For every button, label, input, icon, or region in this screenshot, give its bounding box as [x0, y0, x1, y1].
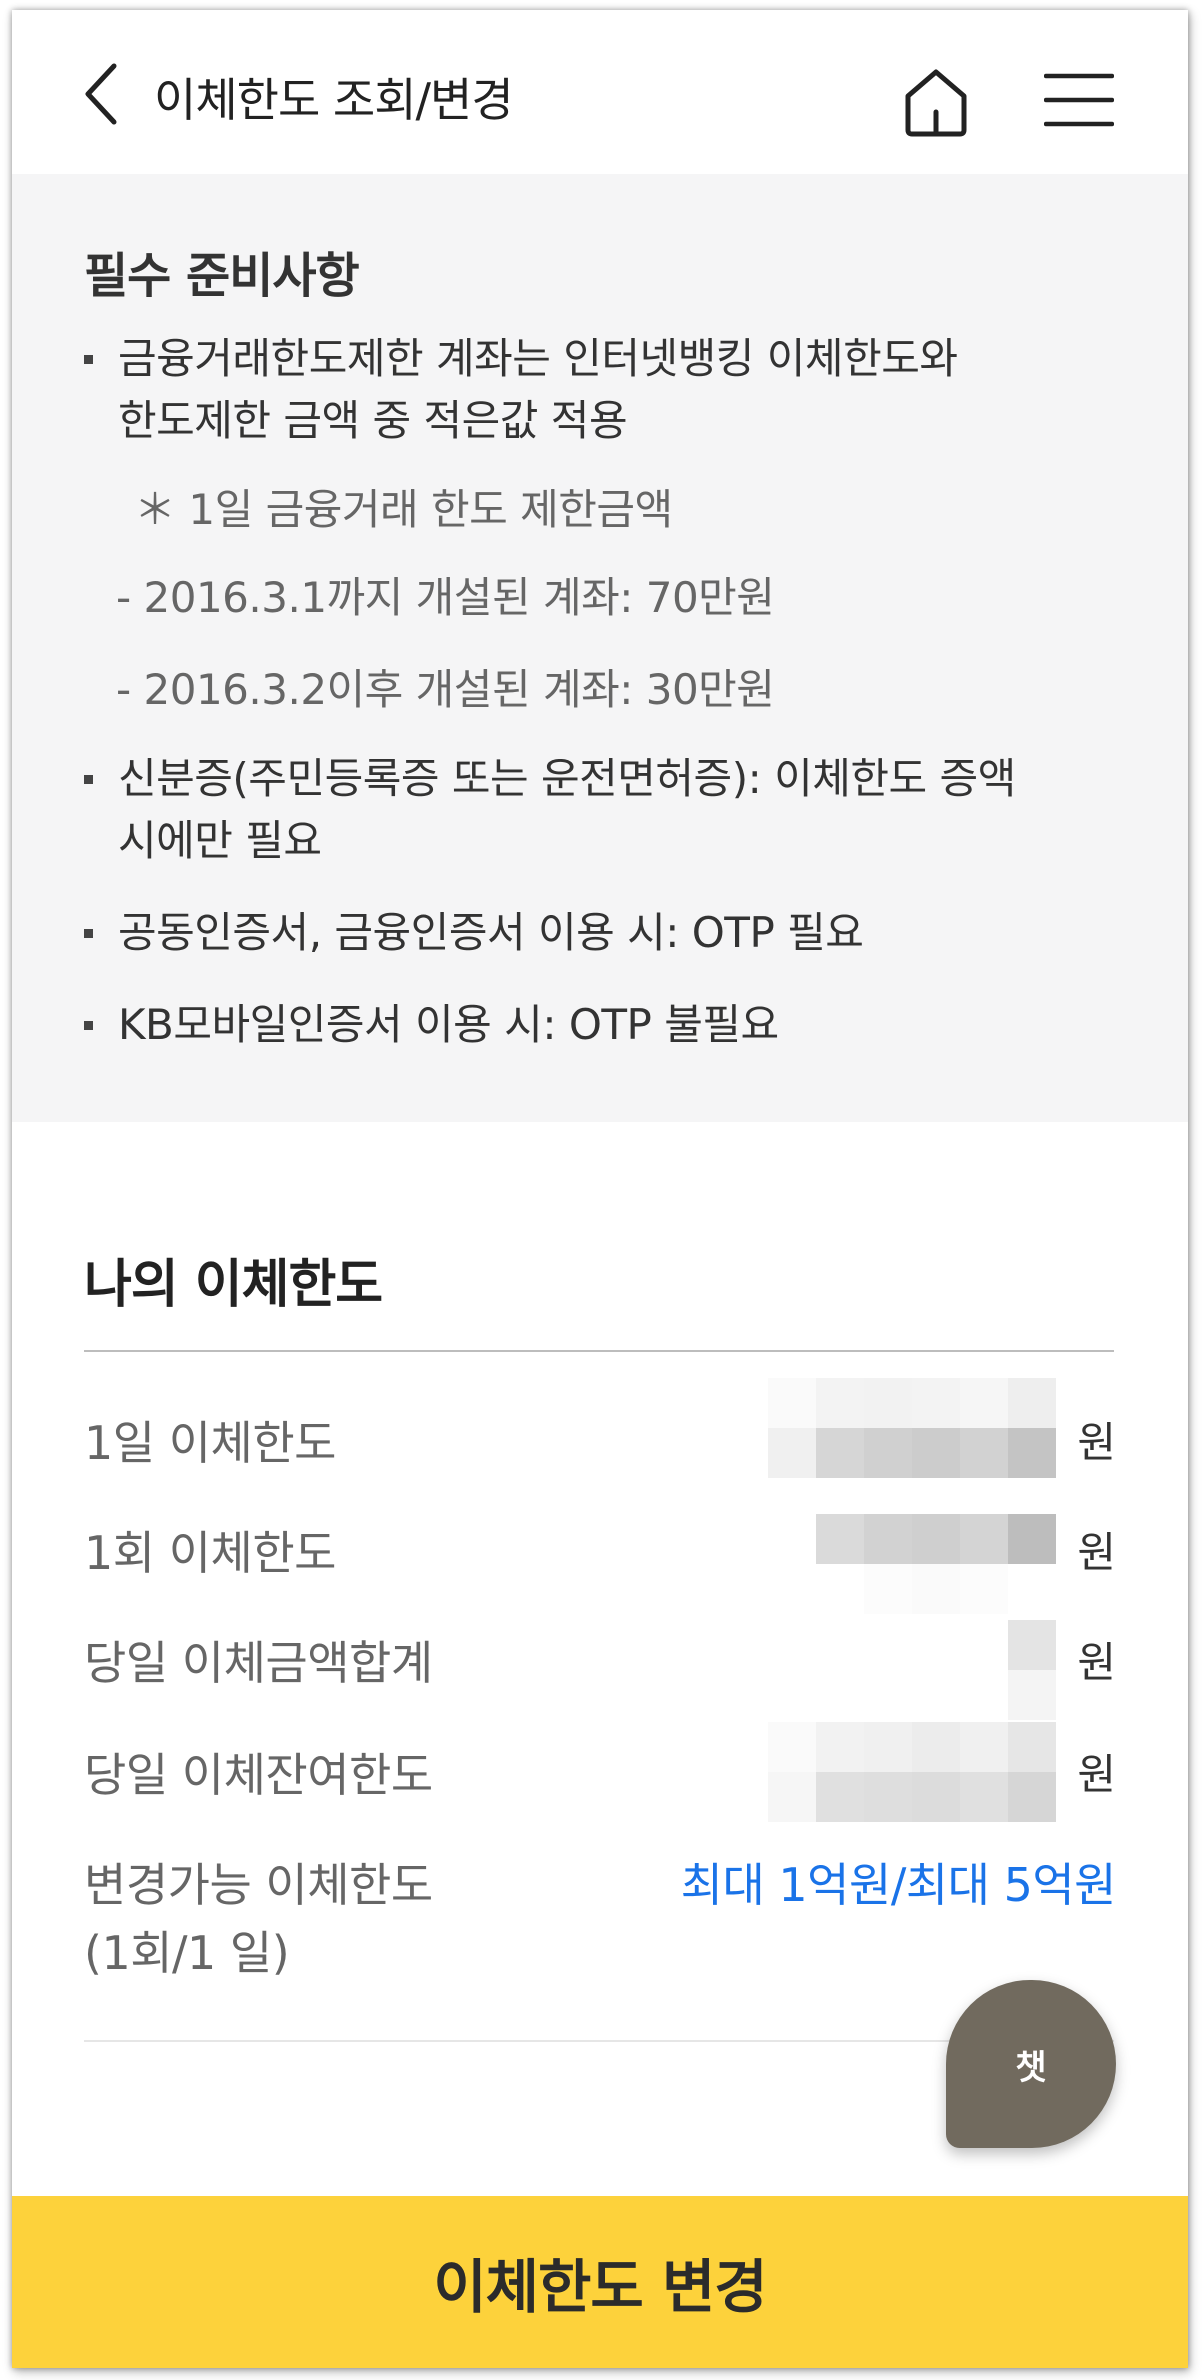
daily-limit-label: 1일 이체한도 — [84, 1416, 337, 1470]
page-title: 이체한도 조회/변경 — [154, 73, 514, 127]
amount-unit: 원 — [1077, 1750, 1116, 1799]
bullet-icon — [84, 1021, 93, 1030]
today-remaining-label: 당일 이체잔여한도 — [84, 1748, 433, 1802]
changeable-limit-label: 변경가능 이체한도 — [84, 1858, 433, 1912]
bullet-icon — [84, 929, 93, 938]
amount-unit: 원 — [1077, 1528, 1116, 1577]
app-screen: 이체한도 조회/변경 필수 준비사항 금융거래한도제한 계좌는 인터넷뱅킹 이체… — [12, 10, 1188, 2368]
bullet-icon — [84, 775, 93, 784]
hamburger-menu-icon[interactable] — [1044, 70, 1114, 130]
notice-sub-item: - 2016.3.1까지 개설된 계좌: 70만원 — [116, 573, 775, 622]
home-icon[interactable] — [902, 66, 970, 138]
section-title: 나의 이체한도 — [84, 1255, 383, 1315]
notice-title: 필수 준비사항 — [84, 248, 360, 304]
requirements-notice: 필수 준비사항 금융거래한도제한 계좌는 인터넷뱅킹 이체한도와 한도제한 금액… — [12, 174, 1188, 1122]
changeable-limit-sublabel: (1회/1 일) — [84, 1926, 290, 1980]
today-total-label: 당일 이체금액합계 — [84, 1636, 433, 1690]
masked-amount — [768, 1514, 1056, 1614]
change-limit-button[interactable]: 이체한도 변경 — [12, 2196, 1188, 2368]
notice-sub-note: ＊ 1일 금융거래 한도 제한금액 — [134, 485, 673, 534]
single-limit-label: 1회 이체한도 — [84, 1526, 337, 1580]
chatbot-button[interactable]: 챗 — [946, 1980, 1116, 2148]
notice-sub-item: - 2016.3.2이후 개설된 계좌: 30만원 — [116, 665, 775, 714]
masked-amount — [768, 1378, 1056, 1478]
section-divider — [84, 1350, 1114, 1352]
amount-unit: 원 — [1077, 1638, 1116, 1687]
screen-frame: 이체한도 조회/변경 필수 준비사항 금융거래한도제한 계좌는 인터넷뱅킹 이체… — [0, 0, 1204, 2380]
masked-amount — [768, 1722, 1056, 1822]
app-header: 이체한도 조회/변경 — [12, 10, 1188, 174]
masked-amount — [768, 1620, 1056, 1720]
changeable-limit-value[interactable]: 최대 1억원/최대 5억원 — [681, 1856, 1117, 1914]
amount-unit: 원 — [1077, 1418, 1116, 1467]
bullet-icon — [84, 355, 93, 364]
chevron-left-icon[interactable] — [76, 52, 132, 136]
